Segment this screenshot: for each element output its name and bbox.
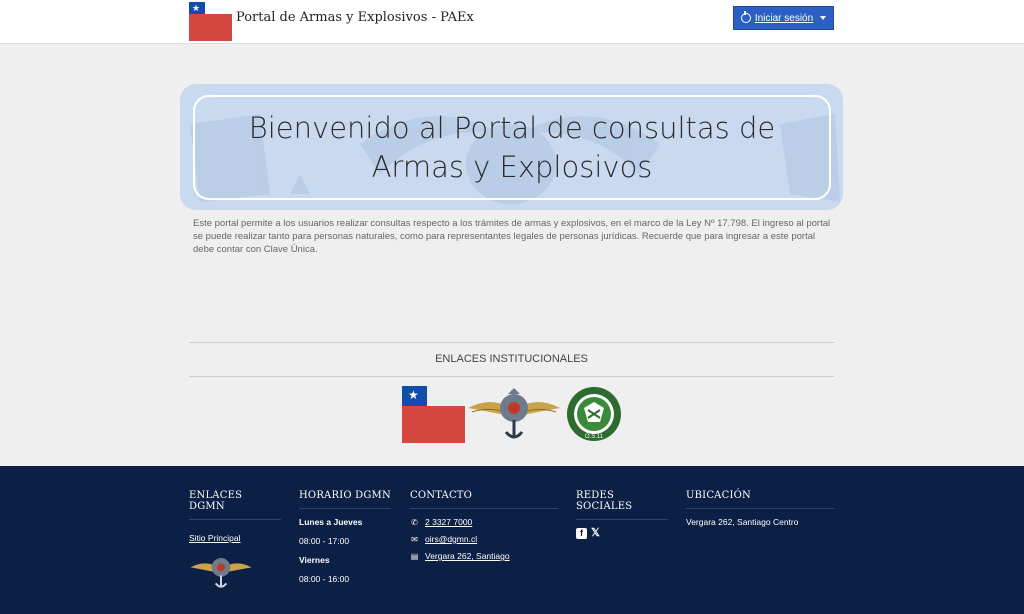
login-label: Iniciar sesión — [754, 12, 814, 24]
contact-email: ✉ oirs@dgmn.cl — [410, 534, 558, 544]
footer-links-column: ENLACES DGMN Sitio Principal — [189, 490, 281, 592]
page-title: Bienvenido al Portal de consultas de Arm… — [248, 110, 776, 184]
institutional-links-heading: ENLACES INSTITUCIONALES — [189, 342, 834, 377]
ministry-defense-logo[interactable]: ★ — [402, 386, 465, 443]
gobierno-logo[interactable]: ★ — [189, 2, 232, 41]
footer: ENLACES DGMN Sitio Principal HORARIO DGM… — [0, 466, 1024, 614]
power-icon — [740, 11, 751, 23]
envelope-icon: ✉ — [411, 534, 418, 544]
footer-social-column: REDES SOCIALES f 𝕏 — [576, 490, 668, 539]
schedule-hours-1: 08:00 - 17:00 — [299, 536, 350, 546]
dgmn-emblem[interactable] — [466, 386, 562, 444]
email-link[interactable]: oirs@dgmn.cl — [425, 534, 477, 544]
footer-links-heading: ENLACES DGMN — [189, 490, 281, 520]
phone-icon: ✆ — [411, 517, 418, 527]
address-link[interactable]: Vergara 262, Santiago — [425, 551, 510, 561]
phone-link[interactable]: 2 3327 7000 — [425, 517, 472, 527]
login-button[interactable]: Iniciar sesión — [733, 6, 834, 30]
footer-location-column: UBICACIÓN Vergara 262, Santiago Centro — [686, 490, 834, 536]
footer-location-heading: UBICACIÓN — [686, 490, 834, 509]
dgmn-footer-emblem[interactable] — [189, 552, 253, 592]
facebook-icon[interactable]: f — [576, 528, 587, 539]
location-address: Vergara 262, Santiago Centro — [686, 517, 799, 527]
schedule-day-1: Lunes a Jueves — [299, 517, 363, 527]
os11-emblem[interactable]: O.S.11 — [566, 386, 622, 442]
footer-contact-column: CONTACTO ✆ 2 3327 7000 ✉ oirs@dgmn.cl ▤ … — [410, 490, 558, 568]
map-icon: ▤ — [410, 551, 419, 561]
x-icon[interactable]: 𝕏 — [591, 528, 600, 539]
intro-text: Este portal permite a los usuarios reali… — [193, 218, 831, 255]
top-navbar: ★ Portal de Armas y Explosivos - PAEx In… — [0, 0, 1024, 44]
banner-title-frame: Bienvenido al Portal de consultas de Arm… — [193, 95, 831, 200]
contact-phone: ✆ 2 3327 7000 — [410, 517, 558, 527]
star-icon: ★ — [408, 388, 419, 402]
footer-social-heading: REDES SOCIALES — [576, 490, 668, 520]
schedule-day-2: Viernes — [299, 555, 330, 565]
social-links: f 𝕏 — [576, 528, 668, 539]
os11-label: O.S.11 — [585, 434, 604, 440]
footer-schedule-column: HORARIO DGMN Lunes a Jueves 08:00 - 17:0… — [299, 490, 391, 593]
main-site-link[interactable]: Sitio Principal — [189, 533, 241, 543]
chevron-down-icon — [820, 16, 827, 20]
footer-contact-heading: CONTACTO — [410, 490, 558, 509]
footer-schedule-heading: HORARIO DGMN — [299, 490, 391, 509]
site-title[interactable]: Portal de Armas y Explosivos - PAEx — [236, 10, 474, 25]
star-icon: ★ — [192, 3, 201, 13]
contact-address: ▤ Vergara 262, Santiago — [410, 551, 558, 561]
schedule-hours-2: 08:00 - 16:00 — [299, 574, 350, 584]
